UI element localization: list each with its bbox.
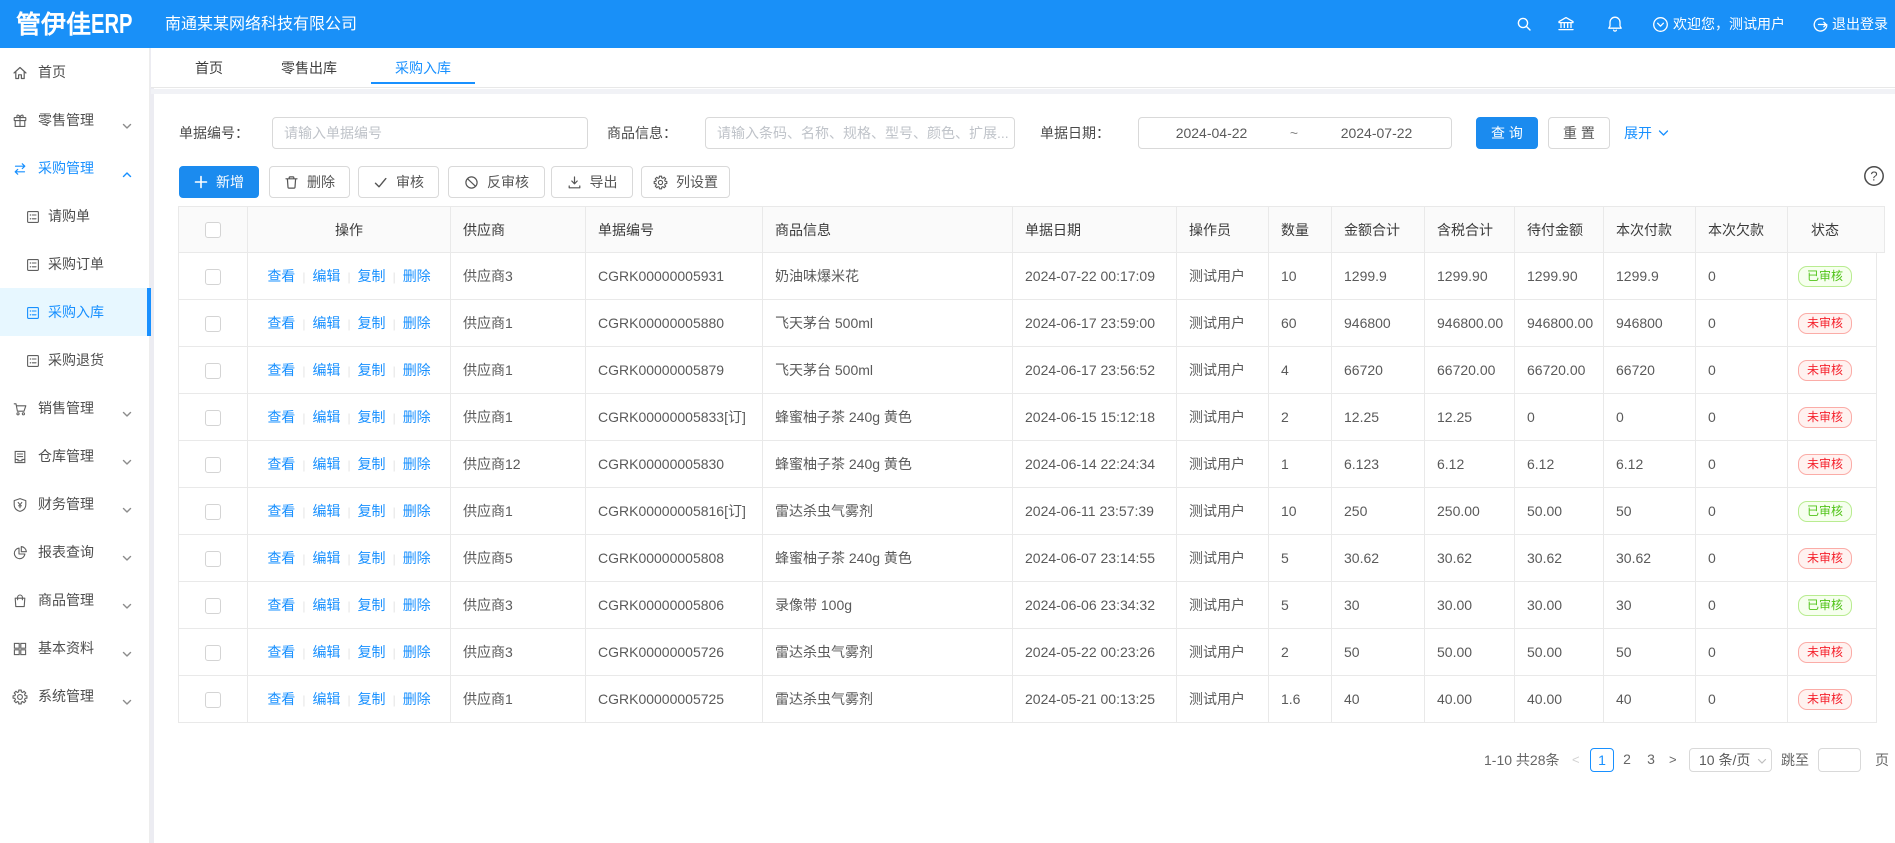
svg-text:?: ? <box>1870 169 1877 184</box>
